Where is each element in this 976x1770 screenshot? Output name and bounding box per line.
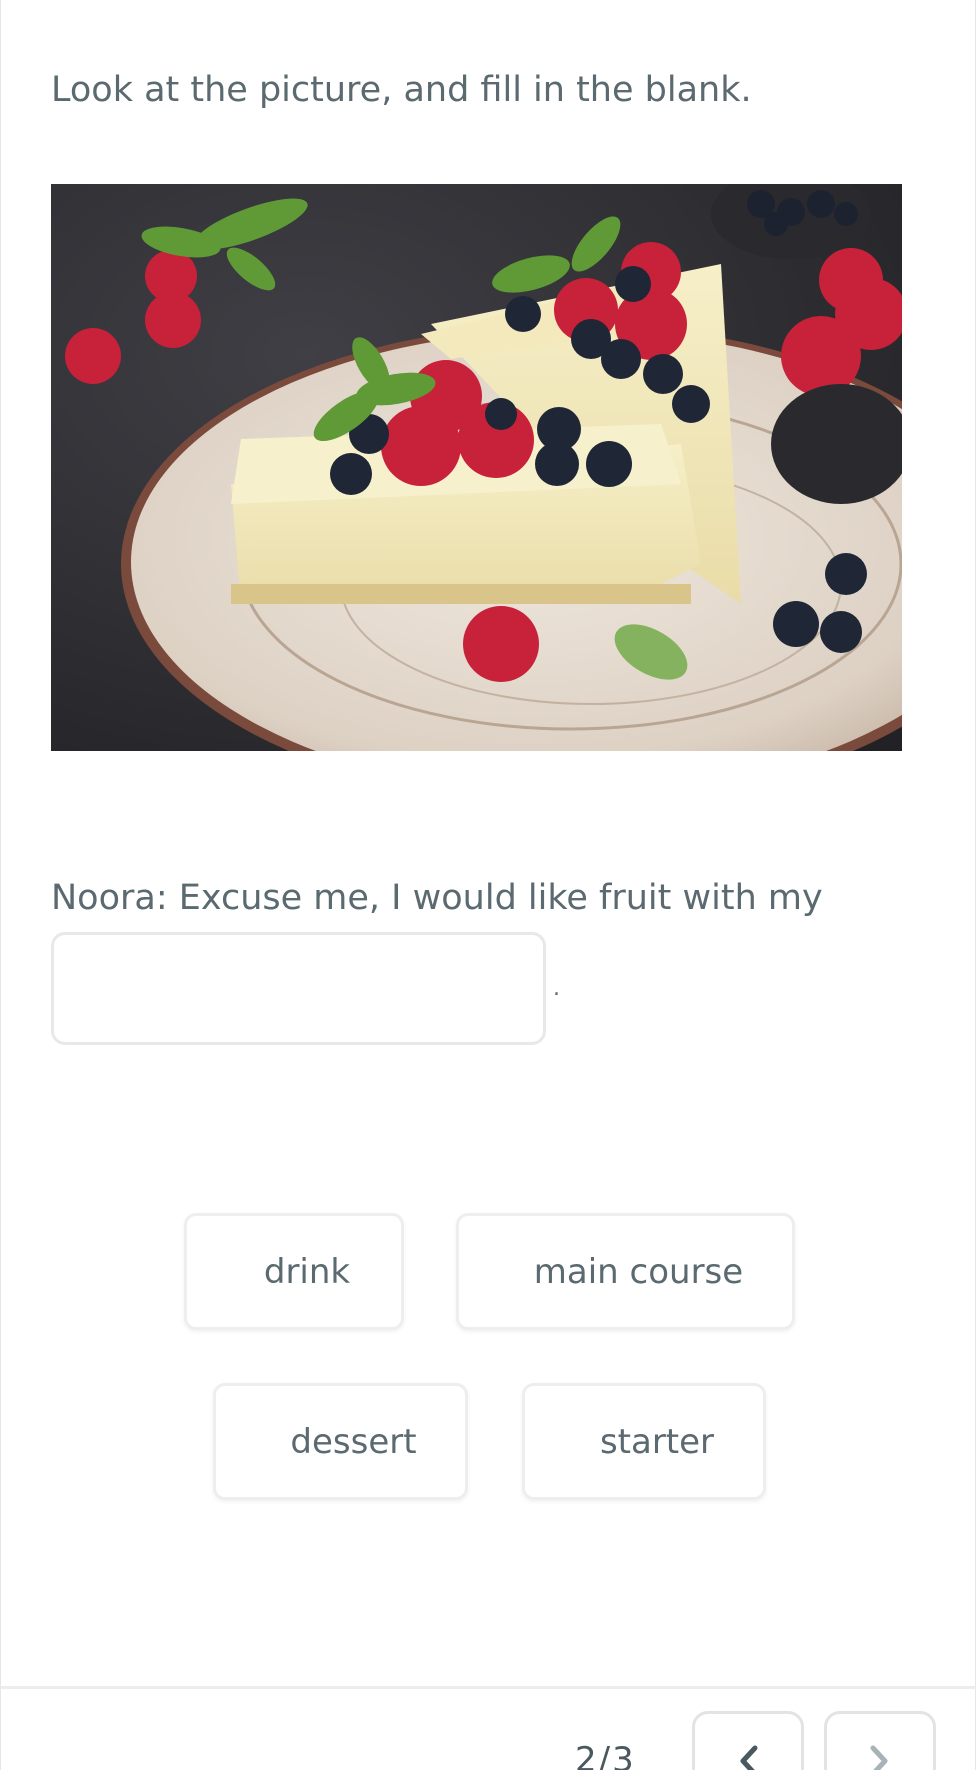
option-label: drink	[263, 1251, 351, 1292]
next-button[interactable]	[824, 1711, 936, 1770]
option-drink[interactable]: drink	[184, 1213, 404, 1330]
option-dessert[interactable]: dessert	[213, 1383, 468, 1500]
previous-button[interactable]	[692, 1711, 804, 1770]
exercise-page: Look at the picture, and fill in the bla…	[0, 0, 976, 1770]
answer-blank[interactable]	[51, 932, 546, 1045]
footer-divider	[1, 1686, 976, 1689]
option-starter[interactable]: starter	[522, 1383, 766, 1500]
chevron-left-icon	[740, 1745, 758, 1770]
option-main-course[interactable]: main course	[456, 1213, 795, 1330]
question-counter: 2/3	[575, 1740, 636, 1770]
chevron-right-icon	[870, 1745, 888, 1770]
option-label: starter	[599, 1421, 715, 1462]
option-label: dessert	[290, 1421, 417, 1462]
sentence-period: .	[553, 976, 560, 1001]
answer-input[interactable]	[54, 935, 543, 1042]
instruction-text: Look at the picture, and fill in the bla…	[51, 70, 752, 110]
question-sentence: Noora: Excuse me, I would like fruit wit…	[51, 878, 823, 918]
cheesecake-photo	[51, 184, 902, 751]
option-label: main course	[533, 1251, 744, 1292]
